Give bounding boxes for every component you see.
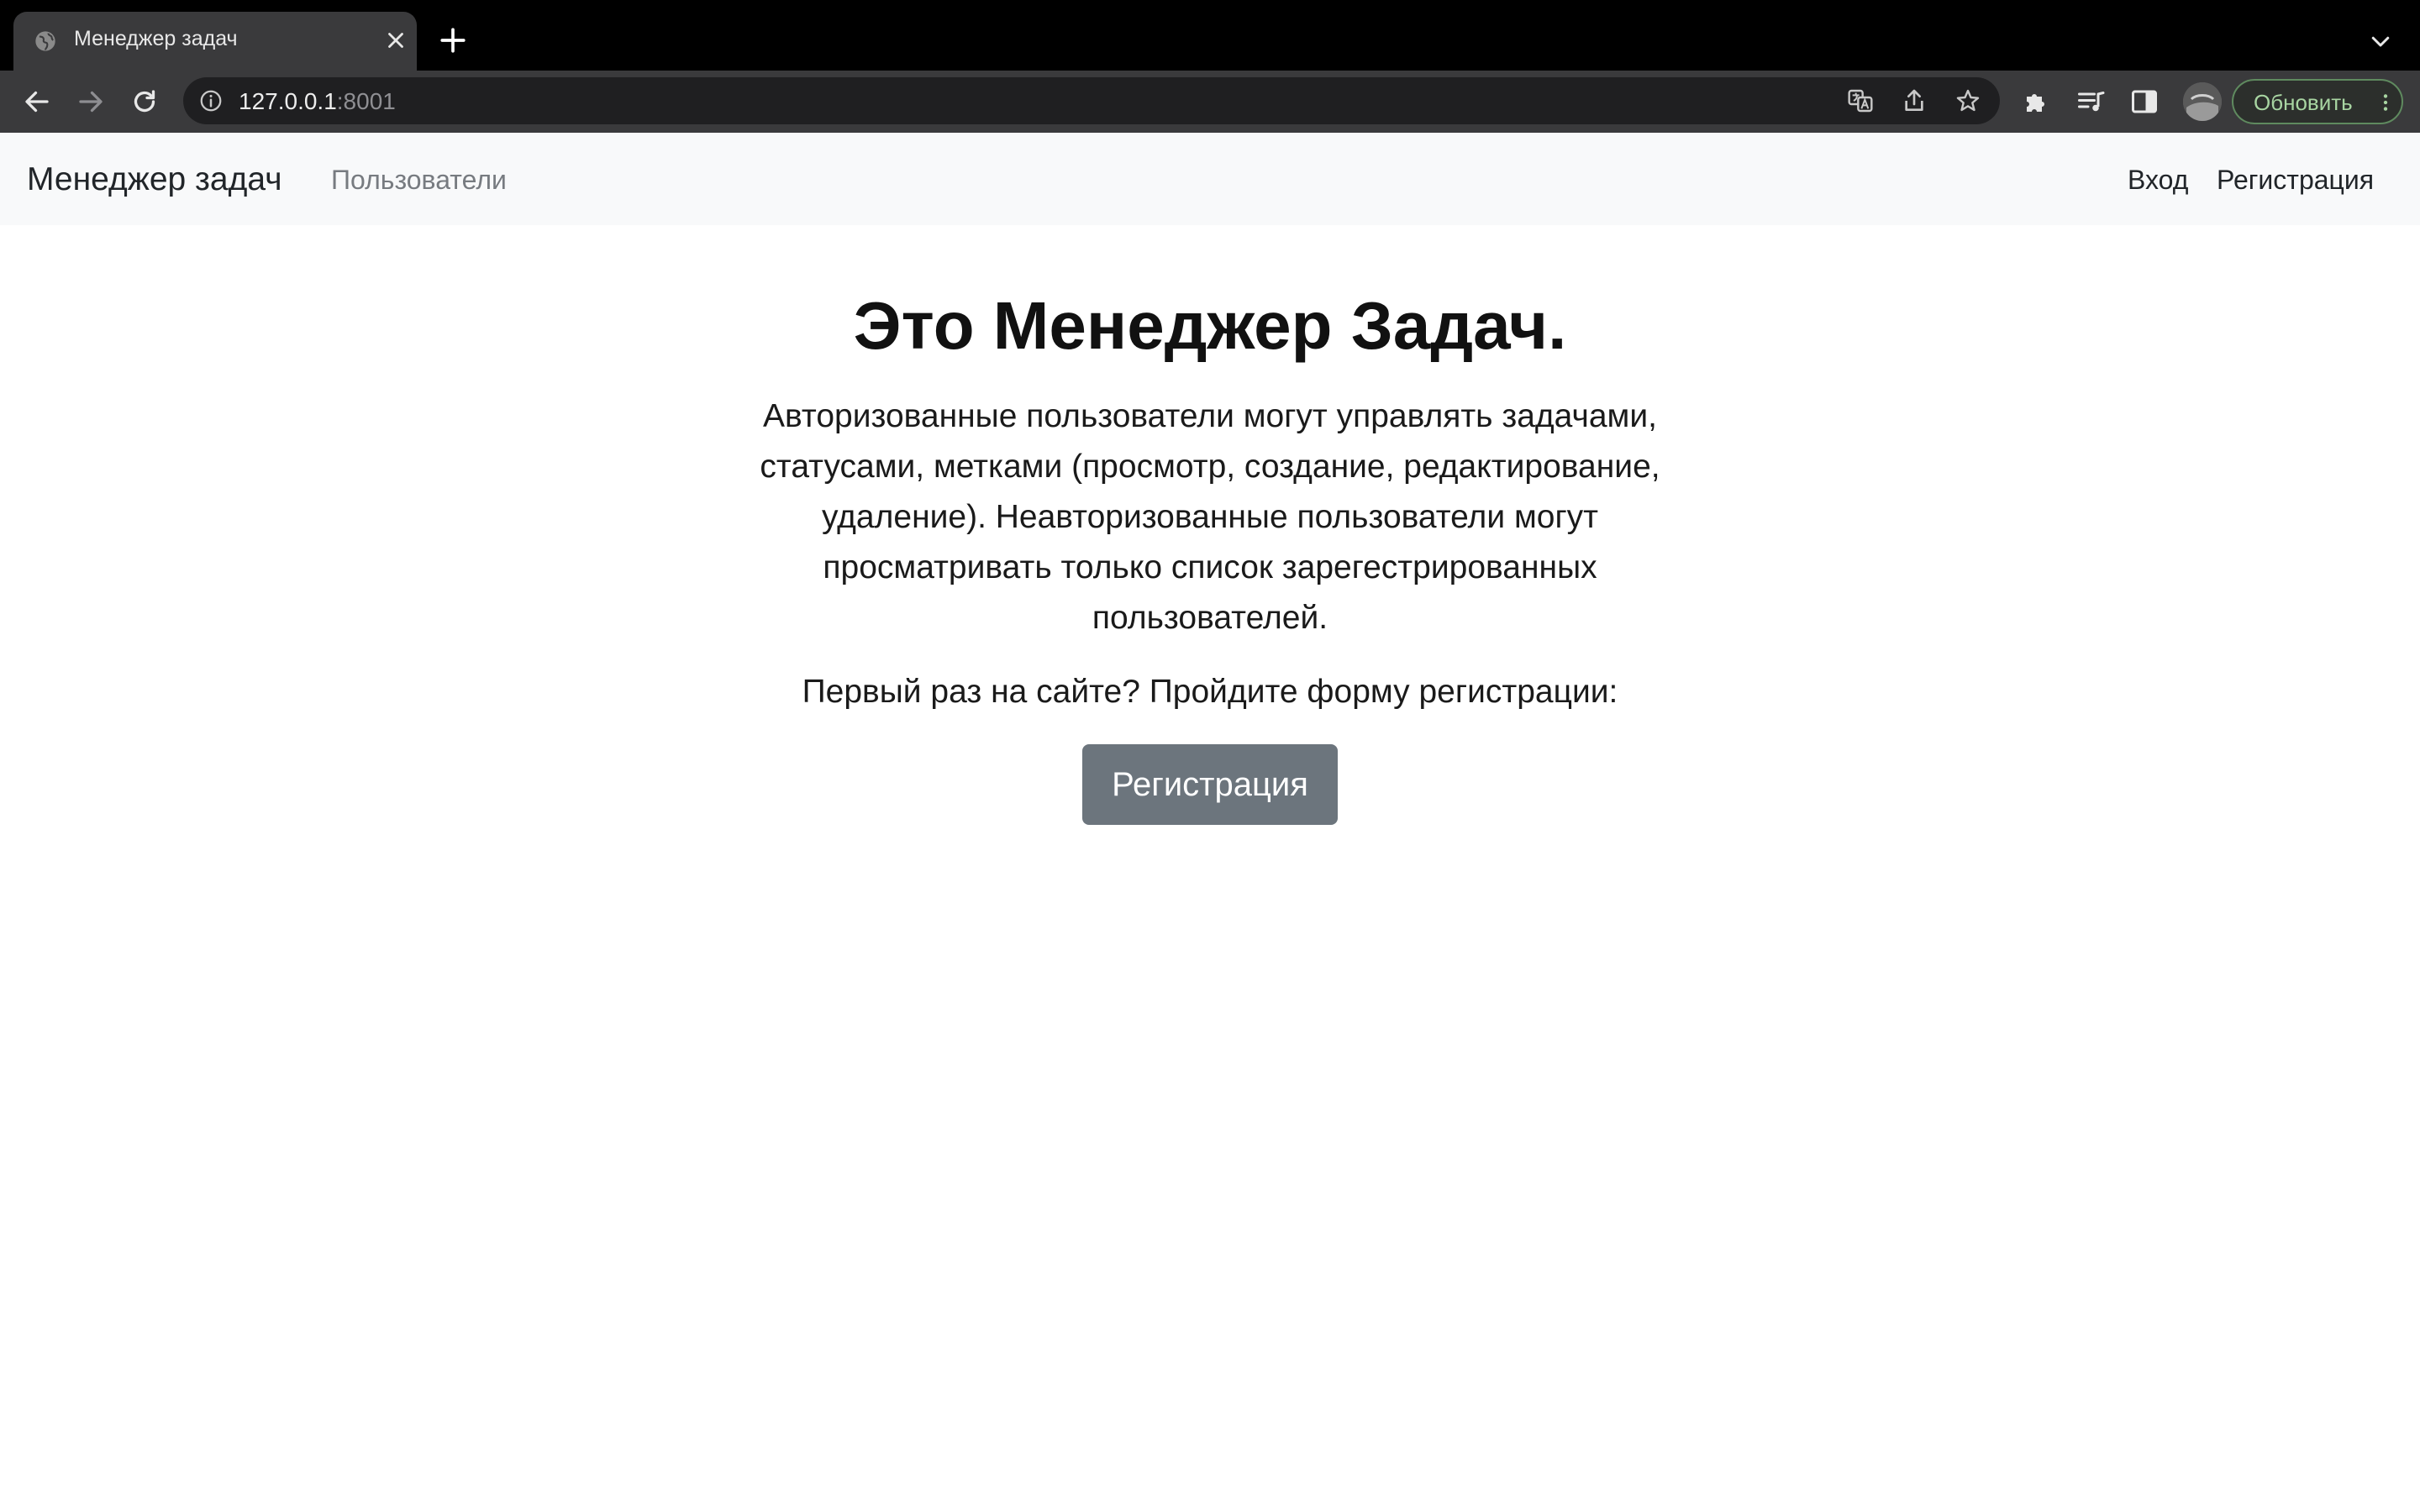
- side-panel-icon[interactable]: [2129, 87, 2160, 117]
- register-button[interactable]: Регистрация: [1082, 744, 1338, 825]
- url-text: 127.0.0.1:8001: [239, 88, 396, 115]
- url-host: 127.0.0.1: [239, 88, 337, 114]
- puzzle-icon[interactable]: [2022, 87, 2052, 117]
- info-icon[interactable]: [198, 88, 224, 113]
- translate-icon[interactable]: [1847, 87, 1874, 114]
- page-title: Это Менеджер Задач.: [853, 288, 1567, 363]
- nav-link-login[interactable]: Вход: [2128, 165, 2188, 196]
- update-button-label: Обновить: [2254, 90, 2353, 115]
- update-button[interactable]: Обновить: [2232, 79, 2403, 124]
- address-bar[interactable]: 127.0.0.1:8001: [183, 77, 2000, 124]
- browser-tab-strip: Менеджер задач: [0, 0, 2420, 71]
- more-vertical-icon[interactable]: [2375, 91, 2396, 114]
- close-icon[interactable]: [383, 28, 408, 53]
- url-port: :8001: [336, 88, 396, 114]
- chevron-down-icon[interactable]: [2368, 29, 2393, 54]
- plus-icon[interactable]: [439, 26, 467, 55]
- profile-image-icon: [2183, 82, 2222, 121]
- forward-arrow-icon[interactable]: [76, 87, 106, 117]
- media-queue-icon[interactable]: [2075, 87, 2106, 117]
- hero-description: Авторизованные пользователи могут управл…: [760, 398, 1660, 636]
- star-icon[interactable]: [1954, 87, 1981, 114]
- nav-link-users[interactable]: Пользователи: [331, 165, 507, 196]
- globe-icon: [35, 31, 55, 51]
- site-navbar: Менеджер задач Пользователи Вход Регистр…: [0, 133, 2420, 225]
- nav-link-register[interactable]: Регистрация: [2217, 165, 2374, 196]
- navbar-brand[interactable]: Менеджер задач: [27, 161, 282, 198]
- tab-title: Менеджер задач: [74, 27, 238, 50]
- browser-toolbar: 127.0.0.1:8001 Обновить: [0, 71, 2420, 133]
- share-icon[interactable]: [1901, 87, 1928, 114]
- back-arrow-icon[interactable]: [22, 87, 52, 117]
- reload-icon[interactable]: [129, 87, 160, 117]
- avatar[interactable]: [2183, 82, 2222, 121]
- registration-prompt: Первый раз на сайте? Пройдите форму реги…: [802, 674, 1618, 710]
- browser-tab[interactable]: Менеджер задач: [13, 12, 417, 71]
